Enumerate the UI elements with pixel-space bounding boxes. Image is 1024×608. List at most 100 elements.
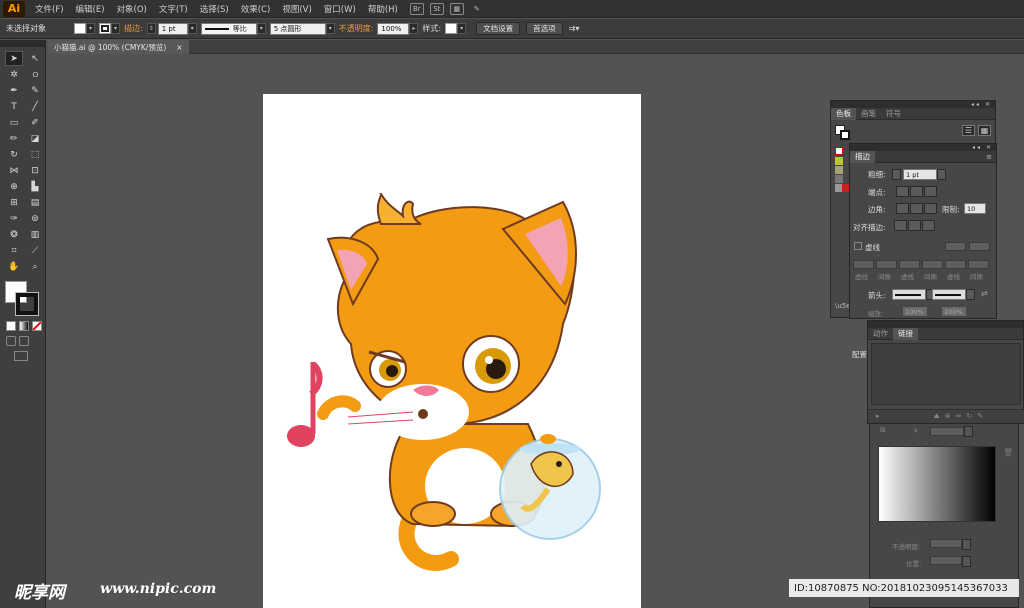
tab-stroke[interactable]: 描边: [850, 150, 875, 163]
none-mode-icon[interactable]: [32, 321, 42, 331]
graphic-style-swatch[interactable]: [445, 23, 458, 34]
slice-tool-icon[interactable]: ⟋: [26, 243, 44, 258]
shape-builder-tool-icon[interactable]: ⊕: [5, 179, 23, 194]
stroke-weight-stepper[interactable]: ⇕: [146, 23, 156, 34]
stroke-dropdown[interactable]: ▾: [111, 23, 120, 34]
tab-swatches[interactable]: 色板: [831, 107, 856, 120]
swatch-yellow-green[interactable]: [835, 157, 843, 165]
list-view-icon[interactable]: ☰: [962, 125, 975, 136]
screen-mode-icon[interactable]: [14, 351, 28, 361]
symbol-sprayer-tool-icon[interactable]: ❂: [5, 227, 23, 242]
opacity-label[interactable]: 不透明度:: [339, 23, 374, 34]
end-scale-field[interactable]: 100%: [941, 306, 967, 317]
delete-stop-icon[interactable]: 🗑: [1003, 448, 1013, 457]
links-panel-header[interactable]: [868, 321, 1023, 328]
line-tool-icon[interactable]: ╱: [26, 99, 44, 114]
artboard[interactable]: [263, 94, 641, 608]
menu-object[interactable]: 对象(O): [111, 3, 153, 15]
stroke-label[interactable]: 描边:: [124, 23, 143, 34]
rectangle-tool-icon[interactable]: ▭: [5, 115, 23, 130]
pencil-tool-icon[interactable]: ✏: [5, 131, 23, 146]
stroke-weight-dropdown[interactable]: ▾: [187, 23, 197, 34]
eraser-tool-icon[interactable]: ◪: [26, 131, 44, 146]
show-options-icon[interactable]: ▸: [876, 412, 880, 420]
document-tab[interactable]: 小猫猫.ai @ 100% (CMYK/预览) ×: [48, 40, 189, 54]
mesh-tool-icon[interactable]: ⊞: [5, 195, 23, 210]
gradient-position-dropdown[interactable]: [962, 556, 971, 567]
perspective-grid-tool-icon[interactable]: ▙: [26, 179, 44, 194]
menu-help[interactable]: 帮助(H): [362, 3, 404, 15]
pen-tool-icon[interactable]: ✒: [5, 83, 23, 98]
free-transform-tool-icon[interactable]: ⊡: [26, 163, 44, 178]
magic-wand-tool-icon[interactable]: ✲: [5, 67, 23, 82]
gap-field-3[interactable]: [968, 260, 989, 269]
gap-field-1[interactable]: [876, 260, 897, 269]
dash-preserve-icon[interactable]: [945, 242, 966, 251]
draw-behind-icon[interactable]: [19, 336, 29, 346]
direct-selection-tool-icon[interactable]: ↖: [26, 51, 44, 66]
gradient-angle-field[interactable]: [930, 427, 964, 436]
gradient-position-field[interactable]: [930, 556, 962, 565]
eyedropper-tool-icon[interactable]: ✑: [5, 211, 23, 226]
collapse-icon[interactable]: ◂◂ ✕: [972, 144, 993, 151]
align-center-icon[interactable]: [894, 220, 907, 231]
gradient-preview[interactable]: [878, 446, 996, 522]
menu-view[interactable]: 视图(V): [276, 3, 317, 15]
stroke-panel-header[interactable]: ◂◂ ✕: [850, 144, 996, 151]
gradient-tool-icon[interactable]: ▤: [26, 195, 44, 210]
align-inside-icon[interactable]: [908, 220, 921, 231]
gradient-mode-icon[interactable]: [19, 321, 29, 331]
thumbnail-view-icon[interactable]: ▦: [978, 125, 991, 136]
swatch-gray[interactable]: [835, 175, 843, 183]
end-arrowhead-select[interactable]: [932, 289, 966, 300]
miter-join-icon[interactable]: [896, 203, 909, 214]
end-arrowhead-dropdown[interactable]: [966, 289, 975, 300]
menu-effect[interactable]: 效果(C): [235, 3, 277, 15]
stock-icon[interactable]: St: [429, 2, 444, 15]
draw-normal-icon[interactable]: [6, 336, 16, 346]
profile-dropdown[interactable]: ▾: [256, 23, 266, 34]
document-setup-button[interactable]: 文档设置: [476, 22, 521, 35]
gradient-opacity-field[interactable]: [930, 539, 962, 548]
stroke-swatch[interactable]: [15, 292, 39, 316]
swatches-panel-header[interactable]: ◂◂ ✕: [831, 101, 995, 108]
stroke-color-swatch[interactable]: [99, 23, 111, 34]
fill-dropdown[interactable]: ▾: [86, 23, 95, 34]
swap-arrowheads-icon[interactable]: ⇄: [981, 289, 988, 298]
brush-definition[interactable]: 5 点圆形: [269, 22, 326, 35]
curvature-tool-icon[interactable]: ✎: [26, 83, 44, 98]
links-list[interactable]: [871, 343, 1021, 405]
dash-field-3[interactable]: [945, 260, 966, 269]
gradient-type-icon[interactable]: ⊞: [880, 426, 886, 434]
variable-width-profile[interactable]: 等比: [200, 22, 257, 35]
collapse-icon[interactable]: ◂◂ ✕: [971, 101, 992, 108]
links-action-icons[interactable]: ⛰⊗⇔↻✎: [934, 412, 988, 420]
weight-dropdown[interactable]: [937, 169, 946, 180]
lasso-tool-icon[interactable]: ഠ: [26, 67, 44, 82]
arrange-documents-icon[interactable]: ▦: [449, 2, 464, 15]
dashed-line-checkbox[interactable]: [854, 242, 862, 250]
tools-panel-header[interactable]: [0, 40, 45, 47]
menu-edit[interactable]: 编辑(E): [70, 3, 111, 15]
color-mode-icon[interactable]: [6, 321, 16, 331]
fill-color-swatch[interactable]: [74, 23, 86, 34]
weight-stepper[interactable]: [892, 169, 901, 180]
swatch-none[interactable]: [835, 147, 843, 155]
gap-field-2[interactable]: [922, 260, 943, 269]
hand-tool-icon[interactable]: ✋: [5, 259, 23, 274]
projecting-cap-icon[interactable]: [924, 186, 937, 197]
panel-menu-icon[interactable]: ≡: [986, 153, 992, 161]
tab-symbols[interactable]: 符号: [881, 108, 906, 120]
width-tool-icon[interactable]: ⋈: [5, 163, 23, 178]
dash-field-1[interactable]: [853, 260, 874, 269]
artboard-tool-icon[interactable]: ⌗: [5, 243, 23, 258]
menu-window[interactable]: 窗口(W): [318, 3, 362, 15]
tab-actions[interactable]: 动作: [868, 328, 893, 340]
active-stroke-swatch[interactable]: [840, 130, 850, 140]
round-cap-icon[interactable]: [910, 186, 923, 197]
brush-dropdown[interactable]: ▾: [325, 23, 335, 34]
stroke-weight-field[interactable]: 1 pt: [157, 22, 188, 35]
tab-brushes[interactable]: 画笔: [856, 108, 881, 120]
butt-cap-icon[interactable]: [896, 186, 909, 197]
start-arrowhead-select[interactable]: [892, 289, 926, 300]
